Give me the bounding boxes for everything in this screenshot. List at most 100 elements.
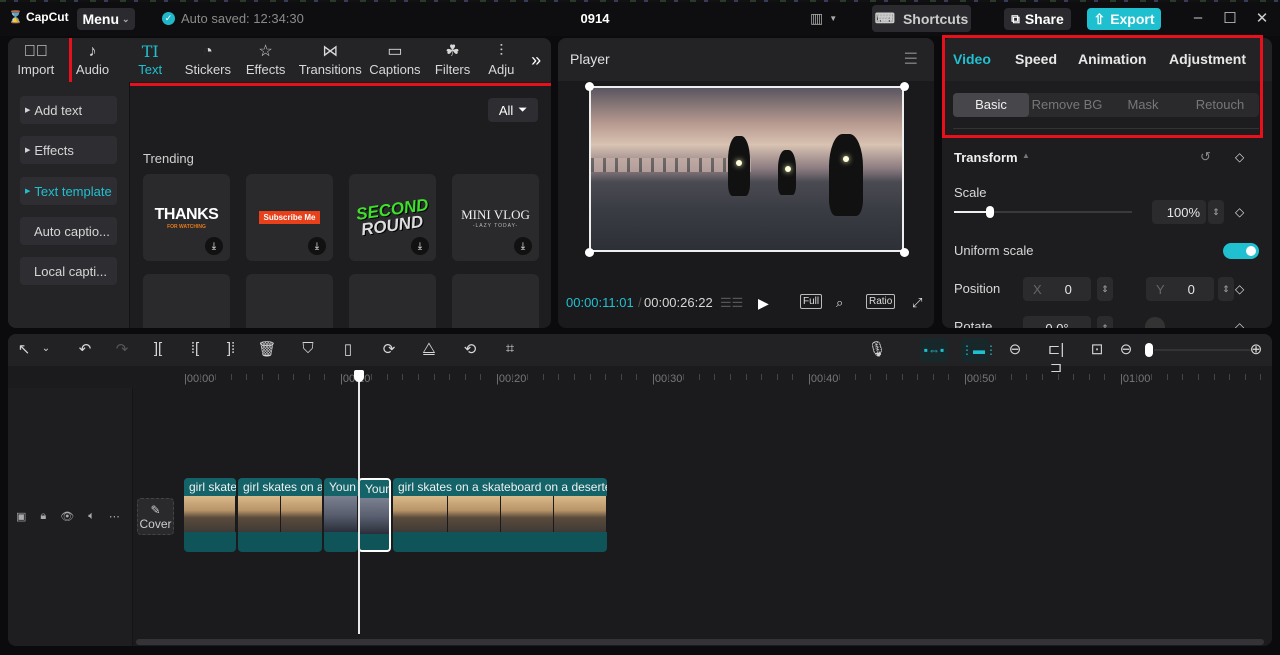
- tab-video[interactable]: Video: [953, 51, 991, 67]
- select-tool-icon[interactable]: ↖: [14, 340, 34, 358]
- fullscreen-icon[interactable]: ⤢: [912, 295, 922, 311]
- share-button[interactable]: ⧉ Share: [1004, 8, 1071, 30]
- resize-handle[interactable]: [585, 248, 594, 257]
- freeze-icon[interactable]: ▯: [338, 340, 358, 358]
- template-card[interactable]: MINI VLOG -LAZY TODAY- ⤓: [452, 174, 539, 261]
- template-card[interactable]: Subscribe Me ⤓: [246, 174, 333, 261]
- zoom-to-fit-icon[interactable]: ⊡: [1087, 340, 1107, 358]
- mirror-icon[interactable]: ⧋: [419, 340, 439, 357]
- position-y-stepper[interactable]: ⇕: [1218, 277, 1234, 301]
- template-card[interactable]: THE MOMENT: [246, 274, 333, 328]
- resize-handle[interactable]: [585, 82, 594, 91]
- timeline-zoom-knob[interactable]: [1145, 343, 1153, 357]
- close-icon[interactable]: ✕: [1252, 9, 1272, 27]
- download-icon[interactable]: ⤓: [411, 237, 429, 255]
- split-icon[interactable]: ][: [148, 340, 168, 357]
- uniform-scale-toggle[interactable]: [1223, 243, 1259, 259]
- template-card[interactable]: ABC: [349, 274, 436, 328]
- transform-heading[interactable]: Transform: [954, 150, 1018, 165]
- crop-icon[interactable]: ⌗: [500, 340, 520, 357]
- chevron-down-icon[interactable]: ⌄: [36, 343, 56, 354]
- menu-button[interactable]: Menu ⌄: [77, 8, 135, 30]
- minimize-icon[interactable]: –: [1188, 9, 1208, 26]
- tab-stickers[interactable]: ◔ Stickers: [179, 38, 237, 82]
- nav-local-captions[interactable]: Local capti...: [20, 257, 117, 285]
- nav-add-text[interactable]: ▶ Add text: [20, 96, 117, 124]
- rotate-input[interactable]: 0.0°: [1023, 316, 1091, 328]
- subtab-retouch[interactable]: Retouch: [1181, 93, 1259, 117]
- timeline-ruler[interactable]: |00:00|00:10|00:20|00:30|00:40|00:50|01:…: [8, 366, 1272, 388]
- cover-button[interactable]: ✎ Cover: [137, 498, 174, 535]
- full-button[interactable]: Full: [800, 294, 823, 309]
- video-preview[interactable]: [589, 86, 904, 252]
- maximize-icon[interactable]: ☐: [1220, 9, 1240, 27]
- rotate-stepper[interactable]: ⇕: [1097, 316, 1113, 328]
- tab-effects[interactable]: ☆ Effects: [237, 38, 295, 82]
- rotate-icon[interactable]: ⟲: [460, 340, 480, 358]
- delete-icon[interactable]: 🗑: [257, 340, 277, 358]
- shortcuts-button[interactable]: ⌨ Shortcuts: [872, 5, 971, 32]
- template-card[interactable]: SECOND ROUND ⤓: [349, 174, 436, 261]
- undo-icon[interactable]: ↶: [75, 340, 95, 358]
- marker-icon[interactable]: ⛉: [298, 340, 318, 357]
- eye-icon[interactable]: 👁︎: [60, 510, 74, 523]
- hamburger-menu-icon[interactable]: ☰: [904, 49, 918, 69]
- reverse-icon[interactable]: ⟳: [379, 340, 399, 358]
- layout-button[interactable]: ▥ ▼: [810, 10, 837, 27]
- template-card[interactable]: LIKE &FOLLOW: [143, 274, 230, 328]
- tab-transitions[interactable]: ⋈ Transitions: [294, 38, 366, 82]
- timeline-scrollbar[interactable]: [136, 639, 1264, 645]
- timeline-clip-selected[interactable]: Youn: [358, 478, 391, 552]
- timeline-clip[interactable]: Youn: [324, 478, 358, 552]
- main-track-magnet-icon[interactable]: ▪⇔▪: [920, 338, 948, 362]
- tab-adjustment[interactable]: Adjustment: [1169, 51, 1246, 67]
- ratio-button[interactable]: Ratio: [866, 294, 896, 309]
- tab-adjustment[interactable]: ⫶ Adju: [481, 38, 521, 82]
- resize-handle[interactable]: [900, 82, 909, 91]
- nav-effects[interactable]: ▶ Effects: [20, 136, 117, 164]
- zoom-out-icon[interactable]: ⊖: [1116, 340, 1136, 358]
- subtab-mask[interactable]: Mask: [1105, 93, 1181, 117]
- play-icon[interactable]: ▶: [758, 295, 769, 312]
- position-y-input[interactable]: Y0: [1146, 277, 1214, 301]
- split-left-icon[interactable]: ⁞[: [185, 340, 205, 357]
- timeline-clip[interactable]: girl skate: [184, 478, 236, 552]
- tab-captions[interactable]: ▭ Captions: [366, 38, 424, 82]
- scale-slider-knob[interactable]: [985, 206, 994, 218]
- scale-stepper[interactable]: ⇕: [1208, 200, 1224, 224]
- redo-icon[interactable]: ↷: [112, 340, 132, 358]
- position-x-stepper[interactable]: ⇕: [1097, 277, 1113, 301]
- tab-import[interactable]: ▶⃞ Import: [8, 38, 64, 82]
- caret-up-icon[interactable]: ▲: [1022, 151, 1030, 160]
- resize-handle[interactable]: [900, 248, 909, 257]
- filter-all-button[interactable]: All ⏷: [488, 98, 538, 122]
- position-x-input[interactable]: X0: [1023, 277, 1091, 301]
- template-card[interactable]: THANKS FOR WATCHING ⤓: [143, 174, 230, 261]
- track-video-icon[interactable]: ▣: [16, 510, 26, 523]
- scale-slider[interactable]: [954, 206, 1132, 218]
- tab-audio[interactable]: ♪ Audio: [64, 38, 122, 82]
- more-tabs-button[interactable]: »: [521, 38, 551, 82]
- timeline-clip[interactable]: girl skates on a: [238, 478, 322, 552]
- keyframe-icon[interactable]: ◇: [1235, 320, 1244, 328]
- download-icon[interactable]: ⤓: [514, 237, 532, 255]
- subtab-basic[interactable]: Basic: [953, 93, 1029, 117]
- nav-text-template[interactable]: ▶ Text template: [20, 177, 117, 205]
- export-button[interactable]: ⇧ Export: [1087, 8, 1161, 30]
- lock-icon[interactable]: 🔒︎: [40, 510, 46, 523]
- volume-icon[interactable]: 🔈︎: [88, 510, 95, 523]
- link-icon[interactable]: ⊖: [1005, 340, 1025, 358]
- download-icon[interactable]: ⤓: [205, 237, 223, 255]
- playhead[interactable]: [354, 370, 364, 634]
- nav-auto-captions[interactable]: Auto captio...: [20, 217, 117, 245]
- zoom-in-icon[interactable]: ⊕: [1246, 340, 1266, 358]
- microphone-icon[interactable]: 🎙: [867, 340, 887, 358]
- tab-speed[interactable]: Speed: [1015, 51, 1057, 67]
- reset-icon[interactable]: ↺: [1200, 149, 1211, 165]
- tab-animation[interactable]: Animation: [1078, 51, 1146, 67]
- keyframe-icon[interactable]: ◇: [1235, 205, 1244, 219]
- subtab-remove-bg[interactable]: Remove BG: [1029, 93, 1105, 117]
- scale-input[interactable]: 100%: [1152, 200, 1206, 224]
- project-title[interactable]: 0914: [560, 11, 630, 26]
- keyframe-icon[interactable]: ◇: [1235, 150, 1244, 164]
